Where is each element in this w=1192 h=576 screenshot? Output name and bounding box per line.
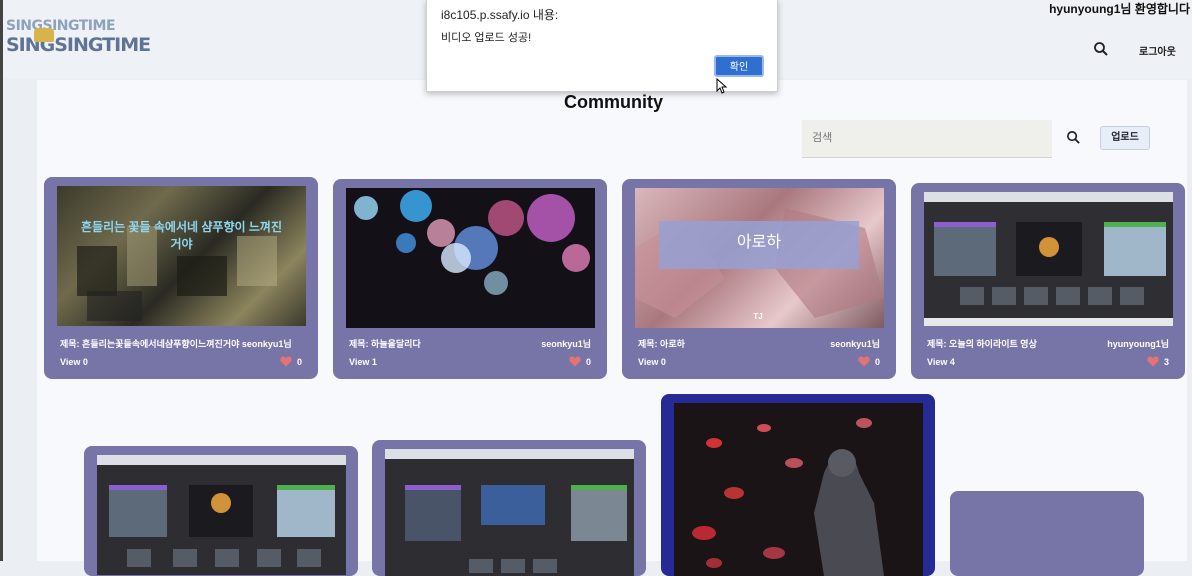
like-button[interactable]: 0 <box>569 356 591 367</box>
like-button[interactable]: 0 <box>280 356 302 367</box>
thumbnail-song-title: 아로하 <box>736 234 782 251</box>
video-title: 제목: 하늘을달리다 <box>349 339 421 349</box>
search-field[interactable] <box>802 120 1052 158</box>
view-count: View 0 <box>638 357 666 367</box>
video-thumbnail[interactable] <box>385 449 634 576</box>
thumbnail-lyric-line: 거야 <box>170 237 193 251</box>
video-card[interactable] <box>372 440 646 576</box>
thumbnail-lyric-line: 흔들리는 꽃들 속에서네 샴푸향이 느껴진 <box>80 220 283 234</box>
video-thumbnail[interactable] <box>346 188 595 328</box>
thumbnail-artwork <box>924 192 1173 326</box>
video-author: hyunyoung1님 <box>1107 339 1169 349</box>
dialog-title: i8c105.p.ssafy.io 내용: <box>441 8 559 22</box>
video-title: 제목: 흔들리는꽃들속에서네샴푸향이느껴진거야 seonkyu1님 <box>60 339 292 349</box>
thumbnail-artwork <box>97 455 346 567</box>
tj-brand-icon: TJ <box>753 312 763 321</box>
video-card[interactable]: 흔들리는 꽃들 속에서네 샴푸향이 느껴진 거야 제목: 흔들리는꽃들속에서네샴… <box>44 177 318 379</box>
video-author: seonkyu1님 <box>541 339 591 349</box>
video-card[interactable] <box>84 446 358 576</box>
video-card-selected[interactable] <box>661 394 935 576</box>
video-thumbnail[interactable] <box>924 192 1173 326</box>
upload-button[interactable]: 업로드 <box>1100 126 1150 150</box>
video-title: 제목: 아로하 <box>638 339 685 349</box>
like-count: 3 <box>1163 356 1169 367</box>
view-count: View 4 <box>927 357 955 367</box>
dialog-ok-button[interactable]: 확인 <box>714 55 764 77</box>
video-card[interactable]: 아로하 TJ 제목: 아로하 seonkyu1님 View 0 0 <box>622 179 896 379</box>
like-count: 0 <box>874 356 880 367</box>
video-card[interactable]: 제목: 하늘을달리다 seonkyu1님 View 1 0 <box>333 179 607 379</box>
video-thumbnail[interactable] <box>97 455 346 575</box>
video-card[interactable]: 제목: 오늘의 하이라이트 영상 hyunyoung1님 View 4 3 <box>911 183 1185 379</box>
like-button[interactable]: 3 <box>1147 356 1169 367</box>
video-thumbnail[interactable] <box>674 403 923 576</box>
video-author: seonkyu1님 <box>830 339 880 349</box>
like-button[interactable]: 0 <box>858 356 880 367</box>
window-edge <box>0 0 3 561</box>
video-card[interactable] <box>950 491 1144 576</box>
thumbnail-artwork <box>385 449 634 573</box>
search-icon[interactable] <box>1093 41 1109 57</box>
heart-icon <box>569 356 581 367</box>
thumbnail-artwork <box>354 190 590 295</box>
like-count: 0 <box>296 356 302 367</box>
logo-mascot-icon <box>34 28 54 42</box>
logo-text-top: SINGSINGTIME <box>6 18 116 34</box>
thumbnail-artwork <box>692 418 884 576</box>
mouse-cursor-icon <box>716 78 728 94</box>
search-input[interactable] <box>802 120 1032 156</box>
thumbnail-artwork <box>77 226 277 321</box>
video-title: 제목: 오늘의 하이라이트 영상 <box>927 339 1037 349</box>
heart-icon <box>280 356 292 367</box>
logout-button[interactable]: 로그아웃 <box>1139 43 1176 58</box>
video-thumbnail[interactable]: 아로하 TJ <box>635 188 884 328</box>
page-title: Community <box>564 92 663 112</box>
heart-icon <box>858 356 870 367</box>
singsingtime-logo[interactable]: SINGSINGTIME SINGSINGTIME <box>6 18 151 58</box>
view-count: View 1 <box>349 357 377 367</box>
search-submit-icon[interactable] <box>1066 130 1081 145</box>
dialog-message: 비디오 업로드 성공! <box>441 32 532 44</box>
logo-text-bottom: SINGSINGTIME <box>6 34 151 56</box>
view-count: View 0 <box>60 357 88 367</box>
video-thumbnail[interactable]: 흔들리는 꽃들 속에서네 샴푸향이 느껴진 거야 <box>57 186 306 326</box>
heart-icon <box>1147 356 1159 367</box>
like-count: 0 <box>585 356 591 367</box>
welcome-message: hyunyoung1님 환영합니다 <box>1049 2 1190 16</box>
